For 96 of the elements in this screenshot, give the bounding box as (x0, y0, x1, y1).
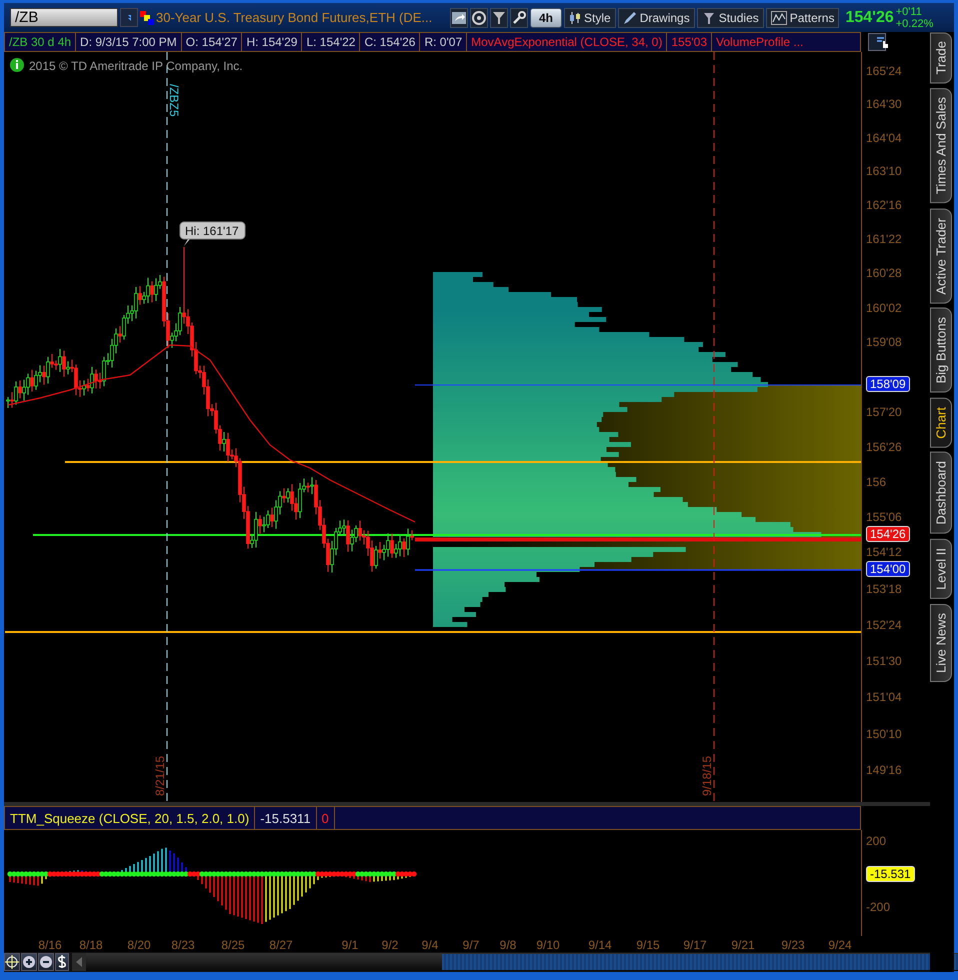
price-tick-label: 162'16 (866, 198, 902, 212)
dollar-sign-icon (56, 955, 68, 969)
time-tick-label: 8/23 (171, 938, 195, 952)
price-tick-label: 155'06 (866, 510, 902, 524)
marker-label: /ZBZ5 (167, 84, 181, 117)
time-tick-label: 9/17 (683, 938, 707, 952)
share-arrow-icon (452, 12, 466, 24)
side-tab[interactable]: Dashboard (930, 452, 952, 534)
price-tick-label: 151'04 (866, 690, 902, 704)
price-tick-label: 160'28 (866, 266, 902, 280)
time-tick-label: 8/16 (38, 938, 62, 952)
price-tick-label: 153'18 (866, 582, 902, 596)
marker-date-label: 9/18/15 (700, 756, 714, 796)
toolbar-button[interactable]: Studies (696, 8, 764, 28)
study-signal: 0 (316, 807, 335, 829)
side-tab[interactable]: Big Buttons (930, 308, 952, 393)
study-value-badge: -15.531 (866, 866, 915, 882)
price-badge: 154'26 (866, 526, 910, 542)
symbol-dropdown-button[interactable] (120, 8, 138, 27)
high-price-callout: Hi: 161'17 (180, 222, 246, 246)
side-tab[interactable]: Times And Sales (930, 88, 952, 204)
zoom-out-button[interactable] (38, 953, 54, 971)
symbol-field[interactable]: /ZB (10, 8, 118, 27)
toolbar-button[interactable]: Style (564, 8, 616, 28)
time-tick-label: 8/27 (269, 938, 293, 952)
time-tick-label: 9/14 (588, 938, 612, 952)
last-price: 154'26 (845, 8, 894, 26)
price-tick-label: 150'10 (866, 727, 902, 741)
zoom-in-icon (22, 955, 36, 969)
left-arrow-icon (76, 957, 82, 967)
price-tick-label: 152'24 (866, 618, 902, 632)
price-tick-label: 156'26 (866, 440, 902, 454)
caret-icon (127, 12, 131, 22)
info-icon (10, 58, 24, 72)
study-value: -15.5311 (255, 807, 317, 829)
time-tick-label: 8/25 (221, 938, 245, 952)
price-axis-button[interactable] (55, 953, 69, 971)
scrollbar[interactable] (72, 953, 958, 971)
time-tick-label: 9/2 (382, 938, 398, 952)
side-tab[interactable]: Trade (930, 32, 952, 84)
side-tab[interactable]: Chart (930, 398, 952, 448)
price-tick-label: 151'30 (866, 654, 902, 668)
side-tab[interactable]: Active Trader (930, 208, 952, 304)
side-tab[interactable]: Level II (930, 539, 952, 599)
instrument-description: 30-Year U.S. Treasury Bond Futures,ETH (DE... (156, 10, 434, 25)
price-tick-label: 164'04 (866, 131, 902, 145)
pencil-icon (622, 10, 637, 24)
net-change: +0'11 (896, 6, 923, 18)
toolbar-button[interactable]: Drawings (618, 8, 695, 28)
price-tick-label: 161'22 (866, 232, 902, 246)
price-tick-label: 154'12 (866, 545, 902, 559)
price-tick-label: 159'08 (866, 335, 902, 349)
time-tick-label: 8/20 (127, 938, 151, 952)
price-tick-label: 157'20 (866, 405, 902, 419)
percent-change: +0.22% (896, 18, 934, 30)
share-button[interactable] (450, 8, 468, 28)
price-badge: 154'00 (866, 561, 910, 577)
study-tick-label: -200 (866, 900, 890, 914)
study-title: TTM_Squeeze (CLOSE, 20, 1.5, 2.0, 1.0) (5, 807, 256, 829)
crosshair-button[interactable] (4, 953, 20, 971)
ring-icon (472, 10, 486, 24)
zoom-in-button[interactable] (21, 953, 37, 971)
time-tick-label: 9/24 (828, 938, 852, 952)
time-tick-label: 9/4 (422, 938, 438, 952)
time-tick-label: 9/21 (731, 938, 755, 952)
aggregation-button[interactable]: 4h (530, 8, 562, 28)
time-tick-label: 9/8 (500, 938, 516, 952)
price-tick-label: 160'02 (866, 301, 902, 315)
time-tick-label: 9/7 (462, 938, 480, 952)
hand-pointer-icon (875, 35, 889, 49)
time-tick-label: 9/23 (781, 938, 805, 952)
pattern-chart-icon (770, 10, 787, 24)
toolbar-button[interactable]: Patterns (766, 8, 840, 28)
zoom-out-icon (39, 955, 53, 969)
price-tick-label: 165'24 (866, 64, 902, 78)
target-button[interactable] (470, 8, 488, 28)
time-tick-label: 9/1 (342, 938, 358, 952)
time-tick-label: 9/15 (636, 938, 660, 952)
crosshair-icon (5, 955, 19, 969)
marker-date-label: 8/21/15 (153, 756, 167, 796)
time-tick-label: 9/10 (536, 938, 560, 952)
time-tick-label: 8/18 (79, 938, 103, 952)
study-tick-label: 200 (866, 834, 886, 848)
price-tick-label: 149'16 (866, 763, 902, 777)
price-tick-label: 163'10 (866, 164, 902, 178)
scroll-thumb[interactable] (442, 954, 958, 970)
candlestick-icon (569, 10, 582, 24)
linked-squares-icon (140, 10, 154, 24)
price-tick-label: 156 (866, 475, 886, 489)
price-badge: 158'09 (866, 376, 910, 392)
side-tab[interactable]: Live News (930, 604, 952, 682)
price-tick-label: 164'30 (866, 97, 902, 111)
copyright-text: 2015 © TD Ameritrade IP Company, Inc. (29, 59, 243, 73)
wrench-icon (512, 10, 526, 24)
settings-button[interactable] (510, 8, 528, 28)
chart-settings-button[interactable] (868, 33, 886, 51)
